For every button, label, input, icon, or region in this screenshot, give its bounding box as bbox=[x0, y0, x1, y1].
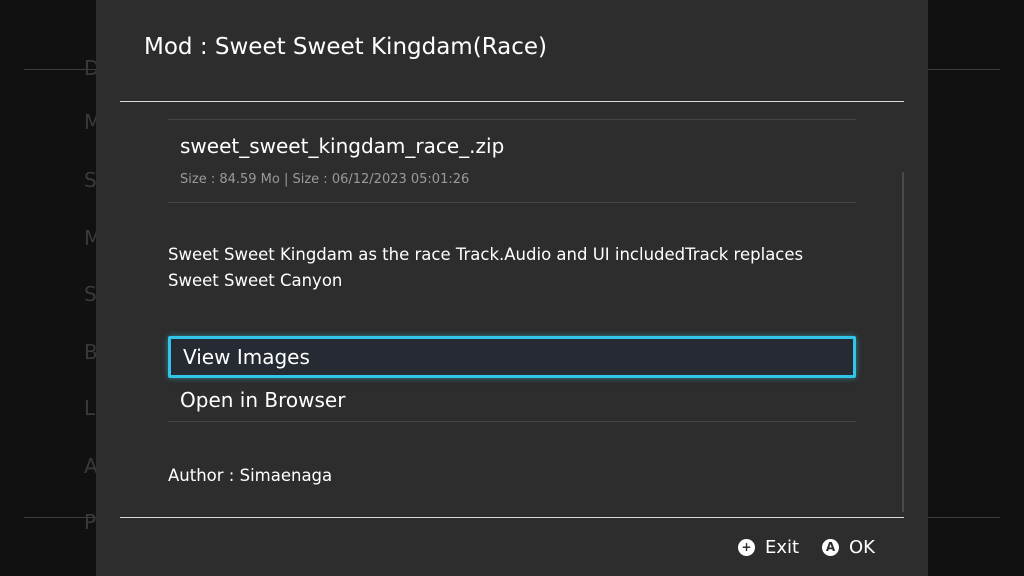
file-name: sweet_sweet_kingdam_race_.zip bbox=[180, 134, 505, 158]
open-in-browser-button[interactable]: Open in Browser bbox=[168, 380, 856, 422]
dialog-title: Mod : Sweet Sweet Kingdam(Race) bbox=[144, 34, 548, 60]
background-list-item: S bbox=[84, 168, 97, 192]
author: Author : Simaenaga bbox=[168, 466, 333, 485]
mod-dialog: Mod : Sweet Sweet Kingdam(Race) sweet_sw… bbox=[96, 0, 928, 576]
ok-button[interactable]: A OK bbox=[822, 536, 875, 558]
background-list-item: L bbox=[84, 396, 96, 420]
view-images-label: View Images bbox=[183, 345, 310, 369]
view-images-button[interactable]: View Images bbox=[168, 336, 856, 378]
mod-description: Sweet Sweet Kingdam as the race Track.Au… bbox=[168, 245, 804, 290]
file-info: sweet_sweet_kingdam_race_.zip Size : 84.… bbox=[168, 119, 856, 203]
screen: D M S M S B L A P Mod : Sweet Sweet King… bbox=[0, 0, 1024, 576]
background-list-item: S bbox=[84, 282, 97, 306]
dialog-content: sweet_sweet_kingdam_race_.zip Size : 84.… bbox=[168, 102, 856, 516]
ok-label: OK bbox=[849, 536, 875, 558]
background-list-item: P bbox=[84, 510, 97, 534]
exit-button[interactable]: + Exit bbox=[738, 536, 799, 558]
dialog-footer: + Exit A OK bbox=[96, 518, 928, 576]
scrollbar[interactable] bbox=[902, 172, 904, 512]
open-in-browser-label: Open in Browser bbox=[180, 388, 346, 412]
file-meta: Size : 84.59 Mo | Size : 06/12/2023 05:0… bbox=[180, 172, 470, 187]
plus-circle-icon: + bbox=[738, 538, 755, 556]
exit-label: Exit bbox=[765, 536, 800, 558]
a-button-icon: A bbox=[822, 538, 839, 556]
